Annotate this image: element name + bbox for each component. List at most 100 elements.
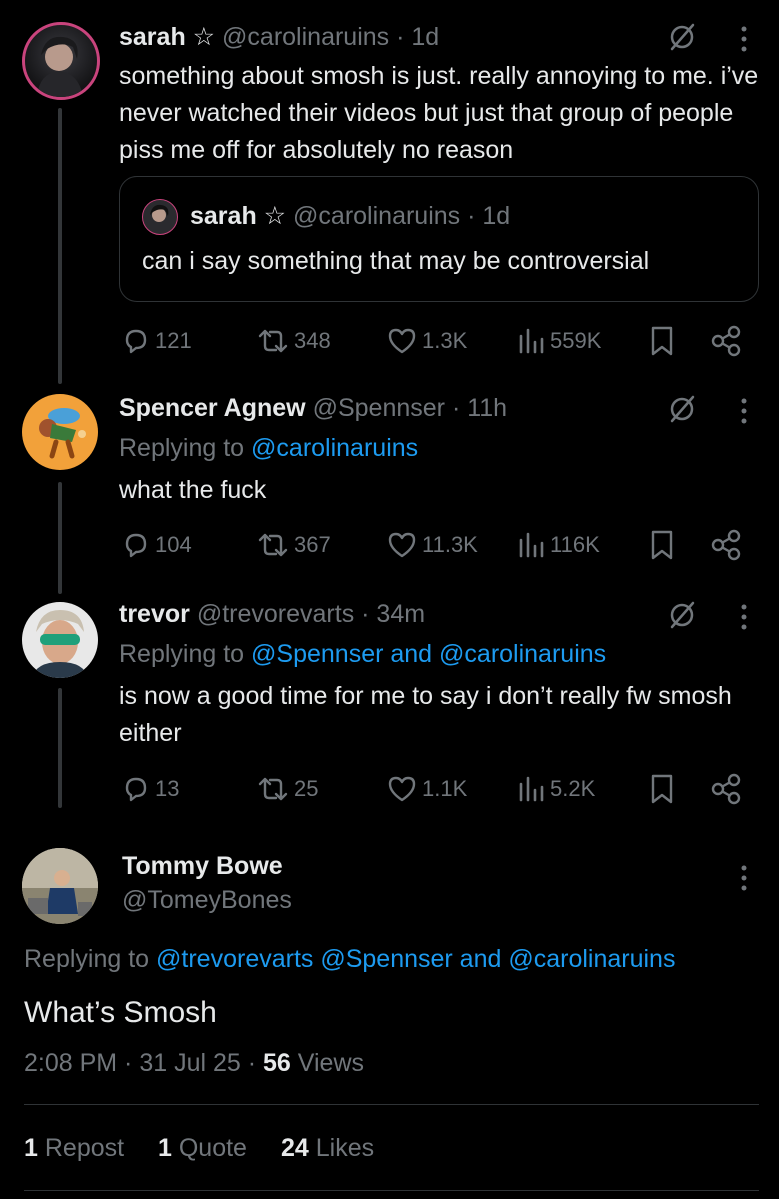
reply-count: 121 <box>155 328 192 353</box>
avatar-sarah[interactable] <box>22 22 100 100</box>
avatar-illustration <box>39 408 86 459</box>
divider <box>24 1190 759 1191</box>
bookmark-icon[interactable] <box>648 528 676 562</box>
tweet-text: what the fuck <box>119 476 267 504</box>
like-button[interactable]: 1.3K <box>386 324 467 358</box>
repost-count: 348 <box>294 328 331 353</box>
avatar-photo <box>37 36 83 97</box>
like-count: 1.1K <box>422 776 468 801</box>
views-count: 116K <box>550 532 600 557</box>
reposts-stat[interactable]: 1 Repost <box>24 1134 124 1163</box>
views-button[interactable]: 559K <box>516 324 601 358</box>
more-options-icon[interactable] <box>740 603 748 633</box>
reply-count: 104 <box>155 532 192 557</box>
replying-to-link[interactable]: @carolinaruins <box>251 434 418 462</box>
replying-to-link[interactable]: @trevorevarts @Spennser and @carolinarui… <box>156 945 675 973</box>
more-options-icon[interactable] <box>740 864 748 894</box>
repost-button[interactable]: 367 <box>256 528 331 562</box>
repost-icon <box>258 777 288 801</box>
bookmark-icon[interactable] <box>648 324 676 358</box>
reply-icon <box>125 533 147 558</box>
replying-to-link[interactable]: @Spennser and @carolinaruins <box>251 640 606 668</box>
star-icon: ☆ <box>263 202 287 230</box>
avatar-spencer[interactable] <box>22 394 98 470</box>
tweet-meta: 2:08 PM · 31 Jul 25 · 56 Views <box>24 1049 364 1078</box>
heart-icon <box>388 328 416 354</box>
avatar-trevor[interactable] <box>22 602 98 678</box>
views-icon <box>519 532 544 558</box>
replying-to-label: Replying to <box>119 434 245 462</box>
tweet-time[interactable]: · 1d <box>396 23 439 51</box>
author-handle[interactable]: @Spennser <box>313 394 445 422</box>
more-options-icon[interactable] <box>740 25 748 55</box>
bookmark-icon[interactable] <box>648 772 676 806</box>
tweet-text: What’s Smosh <box>24 996 217 1029</box>
repost-icon <box>258 329 288 353</box>
views-count: 559K <box>550 328 602 353</box>
avatar-photo <box>32 610 88 678</box>
tweet-header: trevor @trevorevarts · 34m <box>119 600 425 629</box>
replying-to-label: Replying to <box>119 640 245 668</box>
author-handle[interactable]: @trevorevarts <box>197 600 354 628</box>
views-label: Views <box>297 1049 365 1077</box>
author-name[interactable]: trevor <box>119 600 190 628</box>
author-handle[interactable]: @carolinaruins <box>222 23 389 51</box>
tweet-time[interactable]: · 11h <box>452 394 507 422</box>
share-icon[interactable] <box>710 772 742 806</box>
author-name[interactable]: Tommy Bowe <box>122 852 283 881</box>
replying-to: Replying to @carolinaruins <box>119 434 418 463</box>
likes-label: Likes <box>315 1134 375 1162</box>
quote-header: sarah ☆ @carolinaruins · 1d <box>190 201 510 231</box>
views-count: 56 <box>263 1049 291 1077</box>
quoted-tweet[interactable]: sarah ☆ @carolinaruins · 1d can i say so… <box>119 176 759 302</box>
reply-button[interactable]: 121 <box>121 324 192 358</box>
like-count: 11.3K <box>422 532 478 557</box>
quotes-label: Quote <box>178 1134 247 1162</box>
likes-count: 24 <box>281 1134 309 1162</box>
views-icon <box>519 776 544 802</box>
repost-count: 25 <box>294 776 319 801</box>
reply-button[interactable]: 104 <box>121 528 192 562</box>
reposts-count: 1 <box>24 1134 38 1162</box>
replying-to: Replying to @Spennser and @carolinaruins <box>119 640 606 669</box>
heart-icon <box>388 776 416 802</box>
likes-stat[interactable]: 24 Likes <box>281 1134 374 1163</box>
author-name[interactable]: sarah <box>119 23 186 51</box>
thread-line <box>58 688 62 808</box>
views-button[interactable]: 5.2K <box>516 772 595 806</box>
more-options-icon[interactable] <box>740 397 748 427</box>
replying-to: Replying to @trevorevarts @Spennser and … <box>24 945 675 974</box>
avatar-sarah-small <box>142 199 178 235</box>
thread-line <box>58 108 62 384</box>
reply-button[interactable]: 13 <box>121 772 179 806</box>
like-count: 1.3K <box>422 328 468 353</box>
reposts-label: Repost <box>44 1134 125 1162</box>
author-name[interactable]: Spencer Agnew <box>119 394 306 422</box>
share-icon[interactable] <box>710 528 742 562</box>
like-button[interactable]: 11.3K <box>386 528 478 562</box>
thread-line <box>58 482 62 594</box>
tweet-timestamp[interactable]: 2:08 PM · 31 Jul 25 · <box>24 1049 256 1077</box>
quote-author-handle: @carolinaruins <box>293 202 461 230</box>
author-handle[interactable]: @TomeyBones <box>122 886 292 915</box>
replying-to-label: Replying to <box>24 945 150 973</box>
quotes-stat[interactable]: 1 Quote <box>158 1134 247 1163</box>
grok-icon[interactable] <box>667 22 697 52</box>
views-button[interactable]: 116K <box>516 528 600 562</box>
quote-time: · 1d <box>467 202 511 230</box>
like-button[interactable]: 1.1K <box>386 772 467 806</box>
repost-icon <box>258 533 288 557</box>
tweet-time[interactable]: · 34m <box>361 600 425 628</box>
avatar-photo <box>22 848 98 924</box>
repost-button[interactable]: 348 <box>256 324 331 358</box>
reply-count: 13 <box>155 776 180 801</box>
grok-icon[interactable] <box>667 600 697 630</box>
repost-button[interactable]: 25 <box>256 772 318 806</box>
divider <box>24 1104 759 1105</box>
quotes-count: 1 <box>158 1134 172 1162</box>
views-count: 5.2K <box>550 776 596 801</box>
avatar-tommy[interactable] <box>22 848 98 924</box>
share-icon[interactable] <box>710 324 742 358</box>
heart-icon <box>388 532 416 558</box>
grok-icon[interactable] <box>667 394 697 424</box>
